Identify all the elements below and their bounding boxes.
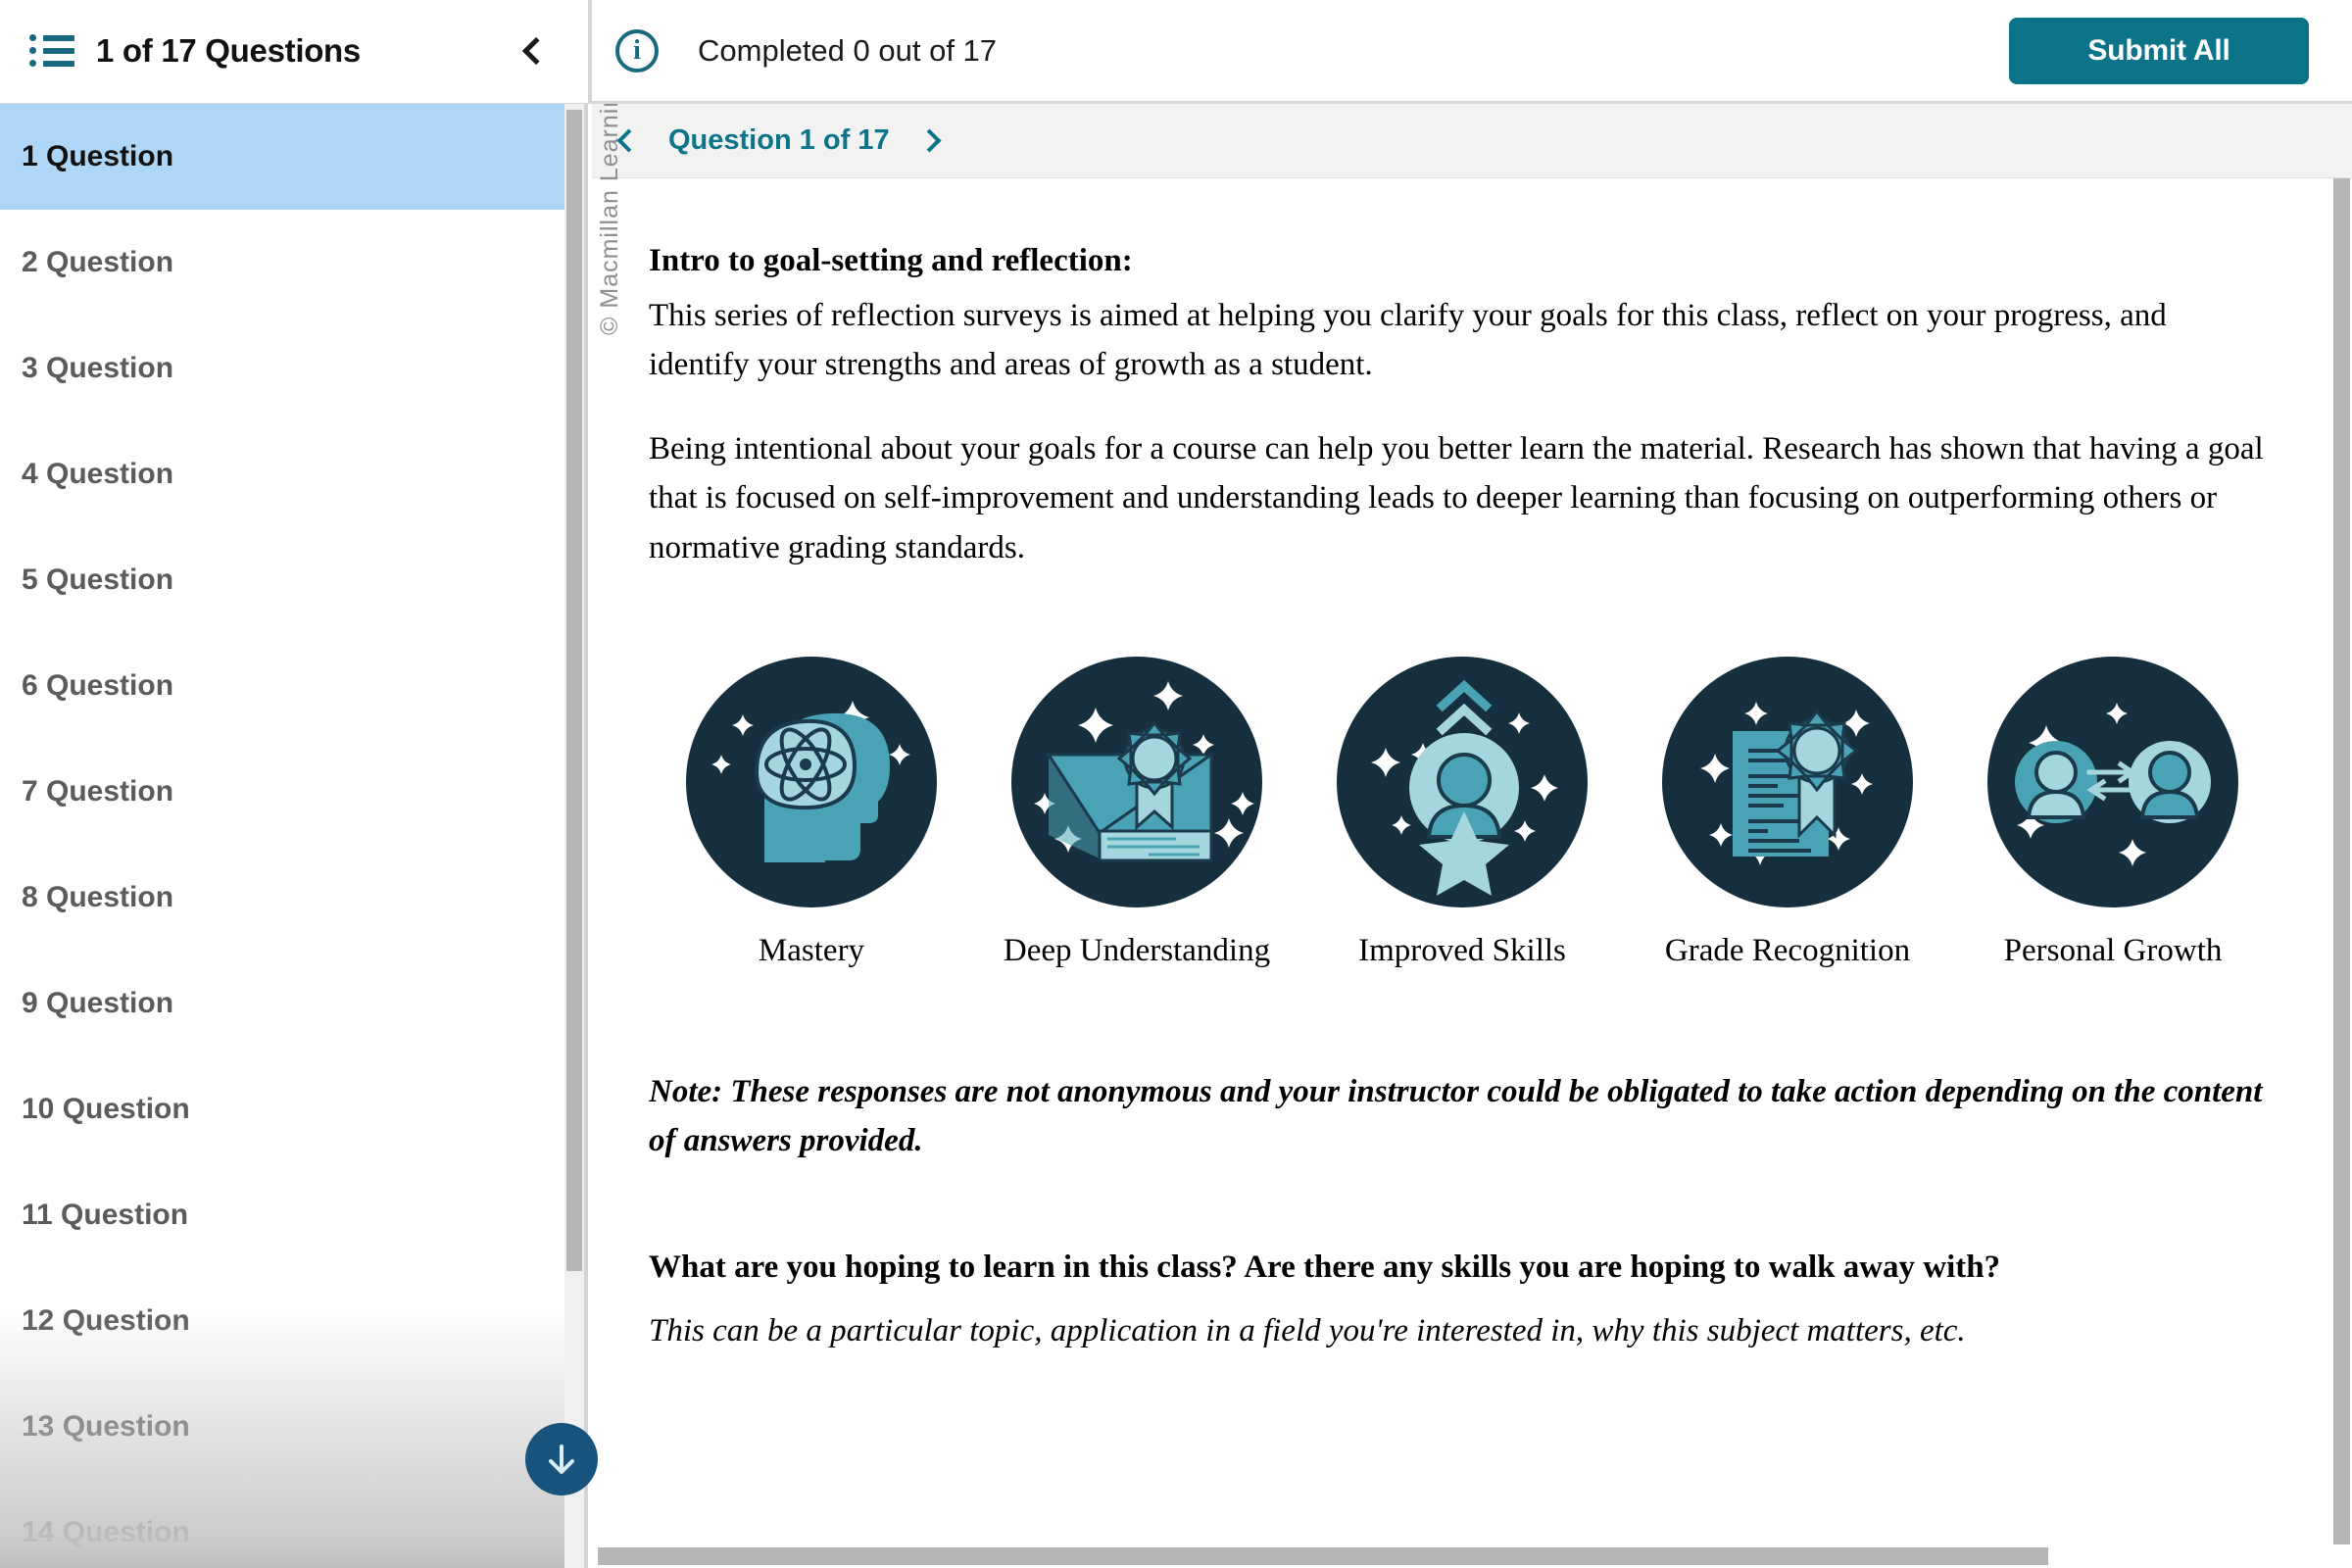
sidebar-item-question-13[interactable]: 13 Question [0,1374,584,1480]
question-navigation-bar: Question 1 of 17 [592,104,2352,178]
sidebar-item-question-14[interactable]: 14 Question [0,1480,584,1568]
sidebar-item-label: 12 Question [22,1304,190,1337]
goal-badge-label: Mastery [758,932,865,968]
list-icon [29,33,74,69]
top-bar-right-section: i Completed 0 out of 17 Submit All [592,0,2352,103]
sidebar-item-label: 11 Question [22,1199,189,1231]
sidebar-item-label: 3 Question [22,352,174,384]
goal-badge: Grade Recognition [1641,656,1935,969]
intro-paragraph-line-1: This series of reflection surveys is aim… [649,298,2167,333]
question-counter-label: Question 1 of 17 [668,124,890,156]
sidebar-item-question-9[interactable]: 9 Question [0,951,584,1056]
content-vertical-scrollbar-thumb[interactable] [2333,178,2350,1546]
second-paragraph-line-3: normative grading standards. [649,529,1025,565]
sidebar-item-question-8[interactable]: 8 Question [0,845,584,951]
sidebar-item-question-4[interactable]: 4 Question [0,421,584,527]
top-bar: 1 of 17 Questions i Completed 0 out of 1… [0,0,2352,104]
sidebar-item-label: 6 Question [22,669,174,702]
second-paragraph-line-1: Being intentional about your goals for a… [649,431,2264,467]
survey-page: 1 of 17 Questions i Completed 0 out of 1… [0,0,2352,1568]
sidebar-item-label: 8 Question [22,881,174,913]
sidebar-item-label: 9 Question [22,987,174,1019]
goal-badge: Deep Understanding [990,656,1284,969]
sidebar-scrollbar-thumb[interactable] [566,110,582,1271]
sidebar-item-question-1[interactable]: 1 Question [0,104,584,210]
completed-status: Completed 0 out of 17 [698,32,998,68]
note-line-1: Note: These responses are not anonymous … [649,1073,2263,1109]
sidebar-item-label: 13 Question [22,1410,190,1443]
content-heading: Intro to goal-setting and reflection: [649,243,1133,278]
sidebar-item-label: 10 Question [22,1093,190,1125]
goal-badge: Personal Growth [1966,656,2260,969]
sidebar-item-label: 1 Question [22,140,174,172]
sidebar-item-question-6[interactable]: 6 Question [0,633,584,739]
page-title: 1 of 17 Questions [96,31,361,69]
submit-all-button[interactable]: Submit All [2009,17,2309,84]
next-question-button[interactable] [907,116,953,167]
top-bar-left-section: 1 of 17 Questions [0,0,588,103]
sidebar-item-question-7[interactable]: 7 Question [0,739,584,845]
copyright-watermark: © Macmillan Learning [596,104,623,335]
two-people-exchange-arrows-icon [1987,656,2238,907]
sidebar-item-label: 2 Question [22,246,174,278]
question-hint: This can be a particular topic, applicat… [649,1313,1966,1349]
question-prompt: What are you hoping to learn in this cla… [649,1250,2001,1286]
head-with-atom-icon [686,656,937,907]
sidebar-item-question-2[interactable]: 2 Question [0,210,584,316]
sidebar-item-label: 5 Question [22,564,174,596]
sidebar-item-question-5[interactable]: 5 Question [0,527,584,633]
sidebar-item-question-12[interactable]: 12 Question [0,1268,584,1374]
goal-badge-label: Deep Understanding [1003,932,1271,968]
arrow-down-icon [549,1445,574,1474]
content-horizontal-scrollbar-thumb[interactable] [598,1547,2048,1565]
second-paragraph-line-2: that is focused on self-improvement and … [649,480,2218,516]
chevron-left-icon [521,36,551,65]
goal-badge-label: Personal Growth [2003,932,2223,968]
content-vertical-scrollbar[interactable] [2332,178,2352,1546]
intro-paragraph-line-2: identify your strengths and areas of gro… [649,347,1373,383]
sidebar-item-label: 4 Question [22,458,174,490]
goal-badge-row: Mastery Deep Understanding Improved Skills… [664,656,2352,969]
note-line-2: of answers provided. [649,1122,923,1158]
question-content-area: Intro to goal-setting and reflection: Th… [649,178,2352,1568]
book-with-award-ribbon-icon [1011,656,1262,907]
certificate-with-seal-icon [1662,656,1913,907]
sidebar-item-question-11[interactable]: 11 Question [0,1162,584,1268]
goal-badge-label: Improved Skills [1358,932,1566,968]
sidebar-scrollbar[interactable] [564,104,584,1568]
sidebar-item-label: 7 Question [22,775,174,808]
question-list: 1 Question 2 Question 3 Question 4 Question… [0,104,584,1568]
sidebar-item-label: 14 Question [22,1516,190,1548]
collapse-sidebar-button[interactable] [514,24,559,78]
chevron-right-icon [917,128,942,153]
info-icon[interactable]: i [615,28,659,73]
sidebar-item-question-3[interactable]: 3 Question [0,316,584,421]
goal-badge-label: Grade Recognition [1664,932,1911,968]
person-with-chevrons-and-star-icon [1337,656,1588,907]
main-pane: Question 1 of 17 © Macmillan Learning In… [592,104,2352,1568]
question-sidebar: 1 Question 2 Question 3 Question 4 Question… [0,104,588,1568]
goal-badge: Improved Skills [1315,656,1609,969]
content-horizontal-scrollbar[interactable] [592,1544,2352,1568]
sidebar-item-question-10[interactable]: 10 Question [0,1056,584,1162]
goal-badge: Mastery [664,656,958,969]
scroll-down-button[interactable] [525,1423,598,1495]
